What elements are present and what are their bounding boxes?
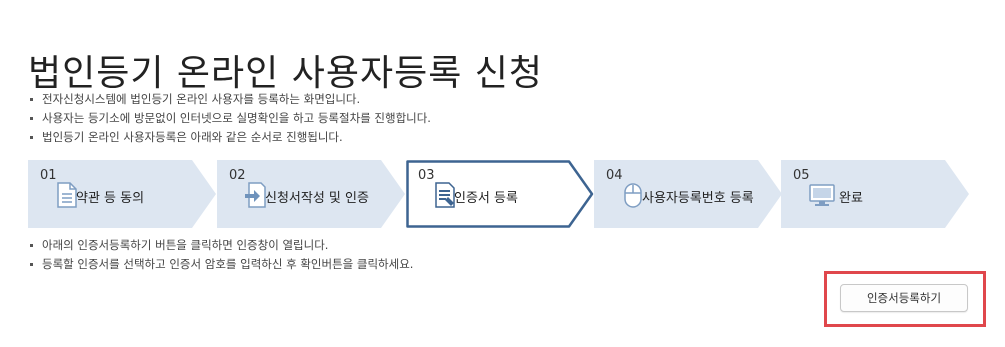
step-label: 사용자등록번호 등록 xyxy=(642,191,754,206)
step-5: 05 완료 xyxy=(781,160,969,228)
monitor-icon xyxy=(809,184,835,206)
document-icon xyxy=(57,182,77,208)
form-arrow-icon xyxy=(245,182,266,208)
intro-bullet-list: 전자신청시스템에 법인등기 온라인 사용자를 등록하는 화면입니다. 사용자는 … xyxy=(28,90,431,147)
guide-bullet: 등록할 인증서를 선택하고 인증서 암호를 입력하신 후 확인버튼을 클릭하세요… xyxy=(28,255,413,274)
step-2: 02 신청서작성 및 인증 xyxy=(217,160,405,228)
step-3: 03 인증서 등록 xyxy=(406,160,594,228)
step-1: 01 약관 등 동의 xyxy=(28,160,216,228)
intro-bullet: 전자신청시스템에 법인등기 온라인 사용자를 등록하는 화면입니다. xyxy=(28,90,431,109)
intro-bullet: 법인등기 온라인 사용자등록은 아래와 같은 순서로 진행됩니다. xyxy=(28,128,431,147)
step-label: 약관 등 동의 xyxy=(76,191,145,206)
step-number: 02 xyxy=(229,168,246,183)
guide-bullet: 아래의 인증서등록하기 버튼을 클릭하면 인증창이 열립니다. xyxy=(28,236,413,255)
certificate-icon xyxy=(435,182,455,208)
step-number: 05 xyxy=(793,168,810,183)
intro-bullet: 사용자는 등기소에 방문없이 인터넷으로 실명확인을 하고 등록절차를 진행합니… xyxy=(28,109,431,128)
step-number: 03 xyxy=(418,168,435,183)
step-number: 04 xyxy=(606,168,623,183)
step-label: 인증서 등록 xyxy=(454,191,518,206)
step-label: 신청서작성 및 인증 xyxy=(265,191,369,206)
guide-bullet-list: 아래의 인증서등록하기 버튼을 클릭하면 인증창이 열립니다. 등록할 인증서를… xyxy=(28,236,413,274)
register-certificate-button[interactable]: 인증서등록하기 xyxy=(840,284,968,312)
step-progress: 01 약관 등 동의 02 신청서작성 및 인증 03 인증서 등록 04 사용… xyxy=(28,160,978,228)
page-title: 법인등기 온라인 사용자등록 신청 xyxy=(28,53,544,95)
step-4: 04 사용자등록번호 등록 xyxy=(594,160,782,228)
step-number: 01 xyxy=(40,168,57,183)
step-label: 완료 xyxy=(839,191,863,206)
mouse-icon xyxy=(624,183,642,208)
